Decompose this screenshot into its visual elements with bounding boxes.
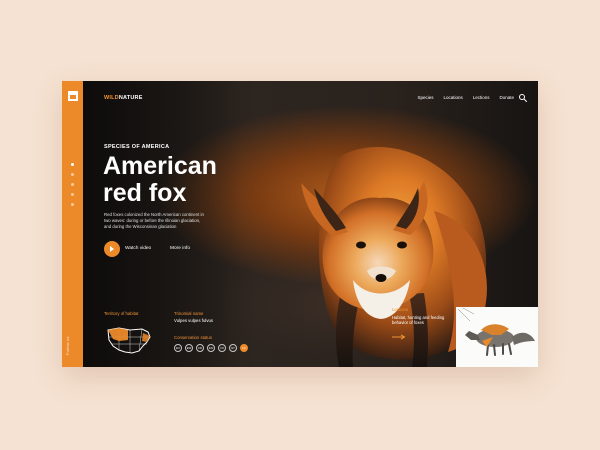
status-pill-active[interactable]: LC [240, 344, 248, 352]
habitat-label: Territory of habitat [104, 311, 139, 316]
title-line-2: red fox [103, 179, 187, 207]
nav-donate[interactable]: Donate [499, 95, 514, 100]
pagination-dot[interactable] [71, 163, 74, 166]
brand-word-1: WILD [104, 95, 119, 101]
slide-pagination [71, 163, 75, 213]
more-info-link[interactable]: More info [170, 246, 190, 251]
nav-lections[interactable]: Lections [473, 95, 490, 100]
trinomial-value: Vulpes vulpes fulvus [174, 318, 214, 323]
title-line-1: American [103, 152, 217, 180]
hero-card: Follow us WILDNATURE Species Locations L… [62, 81, 538, 367]
hero-description: Red foxes colonized the North American c… [104, 212, 204, 229]
main-nav: Species Locations Lections Donate [417, 95, 514, 100]
pagination-dot[interactable] [71, 183, 74, 186]
nav-species[interactable]: Species [417, 95, 433, 100]
pagination-dot[interactable] [71, 173, 74, 176]
status-pill[interactable]: VU [218, 344, 226, 352]
status-pill[interactable]: EN [207, 344, 215, 352]
search-icon[interactable] [518, 93, 528, 103]
status-pill[interactable]: CR [196, 344, 204, 352]
fox-silhouette-icon [457, 307, 535, 356]
pagination-dot[interactable] [71, 193, 74, 196]
us-habitat-map [107, 327, 151, 354]
conservation-label: Conservation status [174, 335, 212, 340]
conservation-status-list: EX EW CR EN VU NT LC [174, 344, 248, 352]
brand-logo[interactable]: WILDNATURE [104, 95, 143, 101]
pagination-dot[interactable] [71, 203, 74, 206]
logo-icon[interactable] [68, 91, 78, 101]
play-video-button[interactable] [104, 241, 120, 257]
page-title: American red fox [103, 153, 253, 207]
nav-locations[interactable]: Locations [443, 95, 462, 100]
follow-us-text[interactable]: Follow us [65, 319, 81, 355]
side-rail: Follow us [62, 81, 83, 367]
trinomial-label: Trinomial name [174, 311, 204, 316]
lections-description: Habitat, hunting and feeding behavior of… [392, 315, 445, 326]
species-eyebrow: SPECIES OF AMERICA [104, 144, 170, 150]
status-pill[interactable]: EW [185, 344, 193, 352]
fox-thumbnail[interactable] [456, 307, 538, 367]
brand-word-2: NATURE [118, 95, 143, 101]
arrow-right-icon[interactable] [392, 334, 406, 340]
status-pill[interactable]: NT [229, 344, 237, 352]
watch-video-label[interactable]: Watch video [125, 246, 151, 251]
lections-label: Lections [392, 307, 409, 312]
status-pill[interactable]: EX [174, 344, 182, 352]
